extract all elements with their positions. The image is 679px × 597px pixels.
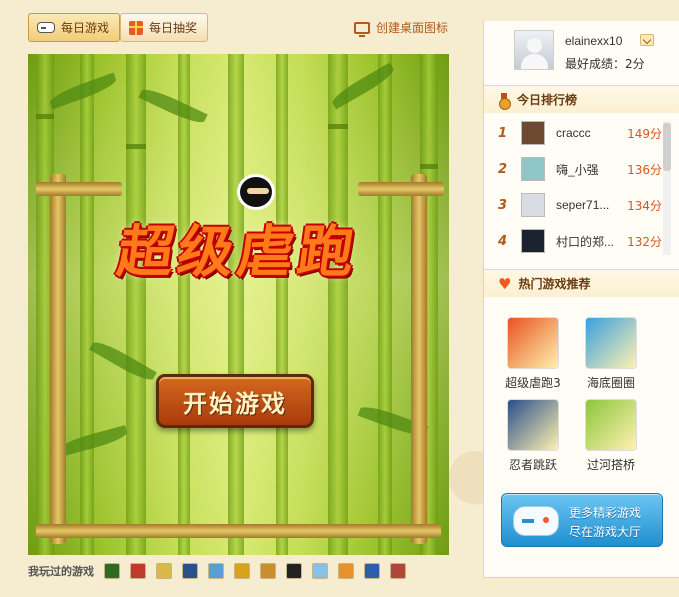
played-game-thumb[interactable] bbox=[208, 563, 224, 579]
rank-player-name: craccc bbox=[556, 126, 591, 140]
ninja-mascot-icon bbox=[237, 174, 275, 210]
tab-daily-lottery[interactable]: 每日抽奖 bbox=[120, 13, 208, 42]
ranking-list: 1 craccc 149分 2 嗨_小强 136分 3 seper71... 134分 4 村口的郑… bbox=[484, 115, 662, 257]
rank-avatar bbox=[521, 193, 545, 217]
bamboo-frame-beam bbox=[358, 182, 444, 196]
tab-daily-games-label: 每日游戏 bbox=[61, 21, 110, 35]
ranking-row[interactable]: 1 craccc 149分 bbox=[484, 115, 662, 151]
rank-avatar bbox=[521, 229, 545, 253]
hot-game-item[interactable]: 超级虐跑3 bbox=[498, 317, 568, 391]
bamboo-frame-beam bbox=[36, 524, 441, 538]
bamboo-stalk bbox=[178, 54, 190, 555]
hot-game-name[interactable]: 忍者跳跃 bbox=[498, 456, 568, 473]
bamboo-stalk bbox=[328, 54, 348, 555]
played-game-thumb[interactable] bbox=[260, 563, 276, 579]
rank-score: 149分 bbox=[627, 126, 662, 141]
bamboo-node bbox=[126, 144, 146, 149]
bamboo-stalk bbox=[228, 54, 244, 555]
played-game-thumb[interactable] bbox=[390, 563, 406, 579]
played-games-label: 我玩过的游戏 bbox=[28, 565, 94, 578]
hot-game-thumbnail[interactable] bbox=[507, 399, 559, 451]
rank-player-name: seper71... bbox=[556, 198, 610, 212]
best-score: 最好成绩：2分 bbox=[565, 55, 645, 72]
ranking-scrollbar-thumb[interactable] bbox=[663, 123, 671, 171]
played-game-thumb[interactable] bbox=[156, 563, 172, 579]
heart-icon: ♥ bbox=[498, 274, 512, 293]
top-bar: 每日游戏 每日抽奖 创建桌面图标 bbox=[28, 13, 450, 43]
ranking-title: 今日排行榜 bbox=[517, 93, 578, 107]
monitor-icon bbox=[353, 21, 370, 37]
more-games-button[interactable]: 更多精彩游戏 尽在游戏大厅 bbox=[501, 493, 663, 547]
rank-score: 134分 bbox=[627, 198, 662, 213]
hot-games-title: 热门游戏推荐 bbox=[518, 277, 591, 291]
hot-game-thumbnail[interactable] bbox=[585, 317, 637, 369]
hot-game-item[interactable]: 海底圈圈 bbox=[576, 317, 646, 391]
bamboo-leaf bbox=[138, 84, 208, 128]
gift-icon bbox=[129, 20, 143, 35]
played-game-thumb[interactable] bbox=[130, 563, 146, 579]
ranking-header: 今日排行榜 bbox=[484, 85, 679, 113]
game-canvas[interactable]: 超级虐跑 开始游戏 bbox=[28, 54, 449, 555]
hot-game-name[interactable]: 海底圈圈 bbox=[576, 374, 646, 391]
rank-score: 132分 bbox=[627, 234, 662, 249]
bamboo-leaf bbox=[89, 337, 157, 385]
gamepad-icon bbox=[37, 22, 55, 33]
played-games-list bbox=[104, 563, 416, 579]
played-game-thumb[interactable] bbox=[286, 563, 302, 579]
ranking-row[interactable]: 2 嗨_小强 136分 bbox=[484, 151, 662, 187]
played-game-thumb[interactable] bbox=[182, 563, 198, 579]
hot-games-header: ♥ 热门游戏推荐 bbox=[484, 269, 679, 297]
tab-daily-games[interactable]: 每日游戏 bbox=[28, 13, 120, 42]
played-games-bar: 我玩过的游戏 bbox=[28, 560, 416, 582]
best-score-value: 2分 bbox=[625, 57, 645, 71]
hot-game-name[interactable]: 过河搭桥 bbox=[576, 456, 646, 473]
rank-number: 3 bbox=[498, 197, 508, 213]
bamboo-node bbox=[328, 124, 348, 129]
played-game-thumb[interactable] bbox=[312, 563, 328, 579]
best-score-label: 最好成绩： bbox=[565, 57, 626, 71]
rank-number: 2 bbox=[498, 161, 508, 177]
user-dropdown-chevron-icon[interactable] bbox=[640, 34, 654, 46]
bamboo-frame-beam bbox=[36, 182, 122, 196]
played-game-thumb[interactable] bbox=[338, 563, 354, 579]
hot-game-thumbnail[interactable] bbox=[585, 399, 637, 451]
hot-game-name[interactable]: 超级虐跑3 bbox=[498, 374, 568, 391]
bamboo-stalk bbox=[378, 54, 392, 555]
create-desktop-icon-label: 创建桌面图标 bbox=[375, 21, 448, 35]
hot-game-item[interactable]: 忍者跳跃 bbox=[498, 399, 568, 473]
bamboo-stalk bbox=[126, 54, 146, 555]
rank-score: 136分 bbox=[627, 162, 662, 177]
rank-number: 1 bbox=[498, 125, 508, 141]
rank-avatar bbox=[521, 157, 545, 181]
user-panel: elainexx10 最好成绩：2分 bbox=[514, 30, 674, 75]
start-game-button[interactable]: 开始游戏 bbox=[156, 374, 314, 428]
hot-game-thumbnail[interactable] bbox=[507, 317, 559, 369]
sidebar: elainexx10 最好成绩：2分 今日排行榜 1 craccc 149分 2 嗨_小… bbox=[483, 21, 679, 578]
username: elainexx10 bbox=[565, 34, 623, 48]
user-avatar[interactable] bbox=[514, 30, 554, 70]
rank-player-name: 村口的郑... bbox=[556, 234, 615, 249]
rank-player-name: 嗨_小强 bbox=[556, 162, 599, 177]
rank-number: 4 bbox=[498, 233, 508, 249]
bamboo-node bbox=[36, 114, 54, 119]
hot-game-item[interactable]: 过河搭桥 bbox=[576, 399, 646, 473]
tab-daily-lottery-label: 每日抽奖 bbox=[149, 21, 198, 35]
bamboo-node bbox=[420, 164, 438, 169]
medal-icon bbox=[498, 92, 511, 110]
more-games-line1: 更多精彩游戏 bbox=[569, 506, 642, 520]
played-game-thumb[interactable] bbox=[104, 563, 120, 579]
game-title: 超级虐跑 bbox=[113, 220, 363, 285]
create-desktop-icon-link[interactable]: 创建桌面图标 bbox=[353, 19, 448, 37]
ranking-row[interactable]: 3 seper71... 134分 bbox=[484, 187, 662, 223]
ranking-row[interactable]: 4 村口的郑... 132分 bbox=[484, 223, 662, 257]
rank-avatar bbox=[521, 121, 545, 145]
game-controller-icon bbox=[513, 506, 559, 536]
played-game-thumb[interactable] bbox=[364, 563, 380, 579]
bamboo-stalk bbox=[276, 54, 288, 555]
played-game-thumb[interactable] bbox=[234, 563, 250, 579]
bamboo-stalk bbox=[80, 54, 94, 555]
more-games-line2: 尽在游戏大厅 bbox=[569, 525, 642, 539]
